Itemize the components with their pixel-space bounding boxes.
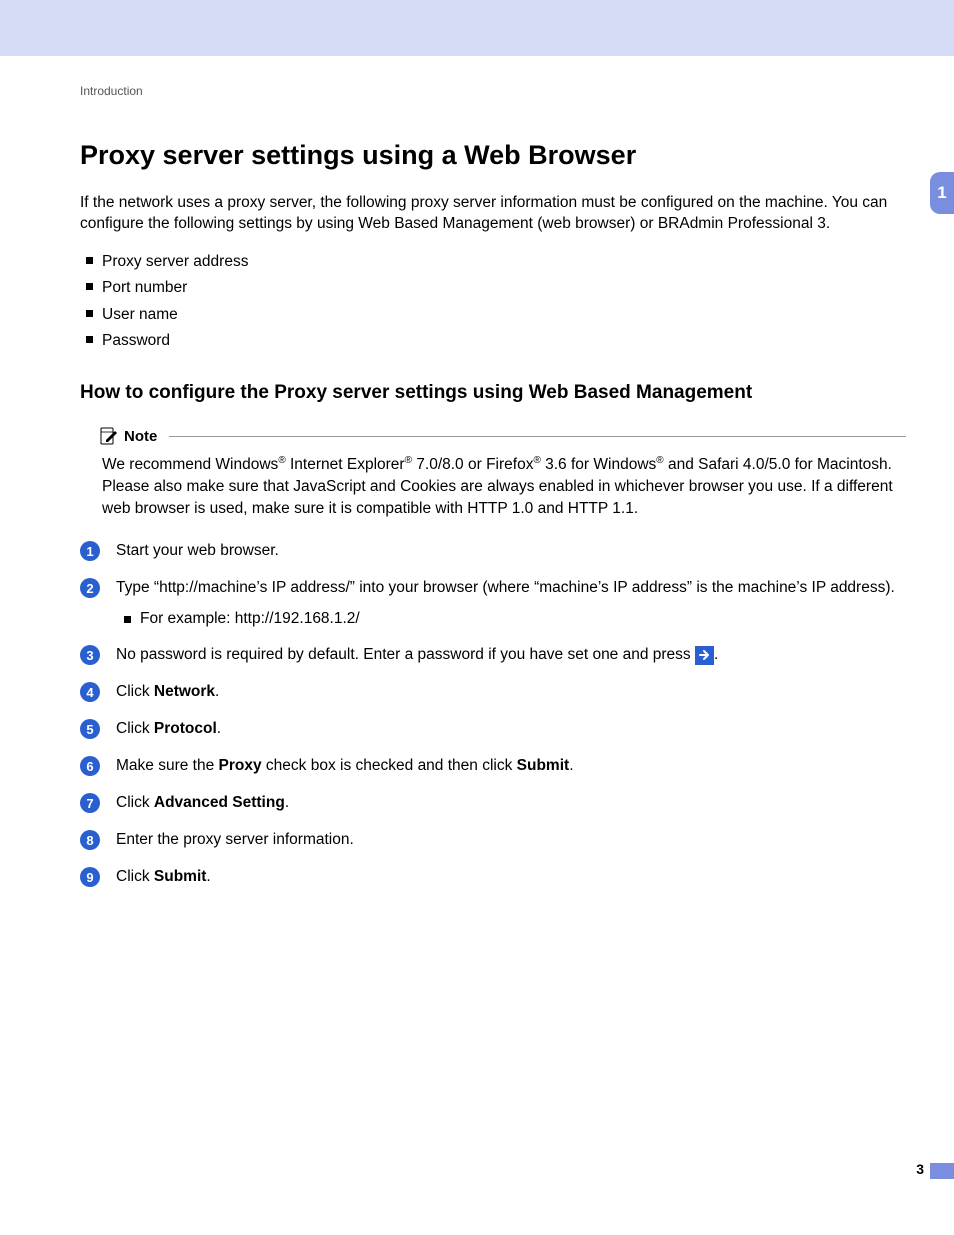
breadcrumb: Introduction [80,84,906,98]
step-number-badge: 5 [80,719,100,739]
note-body: We recommend Windows® Internet Explorer®… [100,454,906,519]
registered-mark: ® [278,455,285,466]
step-text: Type “http://machine’s IP address/” into… [116,579,895,596]
step-bold: Network [154,683,215,700]
step-text: Click [116,720,154,737]
header-bar [0,0,954,56]
step-bold: Advanced Setting [154,794,285,811]
step-text: Make sure the [116,757,219,774]
step-number-badge: 2 [80,578,100,598]
step-item: 6 Make sure the Proxy check box is check… [80,756,906,778]
step-item: 9 Click Submit. [80,867,906,889]
step-number-badge: 4 [80,682,100,702]
list-item: User name [86,302,906,328]
arrow-right-icon [695,646,714,665]
note-header: Note [100,426,906,446]
step-bold: Submit [517,757,570,774]
step-number-badge: 3 [80,645,100,665]
page-content: Introduction Proxy server settings using… [80,84,906,904]
registered-mark: ® [405,455,412,466]
step-text: Click [116,794,154,811]
list-item: Password [86,328,906,354]
step-text: . [206,868,210,885]
step-text: . [285,794,289,811]
step-item: 3 No password is required by default. En… [80,645,906,667]
step-item: 7 Click Advanced Setting. [80,793,906,815]
step-item: 8 Enter the proxy server information. [80,830,906,852]
step-text: . [215,683,219,700]
page-number-tab [930,1163,954,1179]
step-text: Click [116,683,154,700]
page-number: 3 [916,1161,924,1177]
step-text: No password is required by default. Ente… [116,646,695,663]
steps-list: 1 Start your web browser. 2 Type “http:/… [80,541,906,889]
step-number-badge: 1 [80,541,100,561]
step-number-badge: 7 [80,793,100,813]
page-title: Proxy server settings using a Web Browse… [80,140,906,171]
section-title: How to configure the Proxy server settin… [80,382,906,404]
step-text: Click [116,868,154,885]
note-divider [169,436,906,437]
note-text: 3.6 for Windows [541,456,656,473]
step-number-badge: 9 [80,867,100,887]
step-item: 1 Start your web browser. [80,541,906,563]
step-text: . [569,757,573,774]
step-text: . [217,720,221,737]
note-label: Note [124,428,157,445]
list-item: Proxy server address [86,249,906,275]
step-sublist: For example: http://192.168.1.2/ [116,609,906,630]
step-number-badge: 6 [80,756,100,776]
step-bold: Proxy [219,757,262,774]
step-text: check box is checked and then click [262,757,517,774]
note-pencil-icon [100,426,120,446]
step-item: 4 Click Network. [80,682,906,704]
step-text: Start your web browser. [116,542,279,559]
list-item: For example: http://192.168.1.2/ [124,609,906,630]
step-item: 5 Click Protocol. [80,719,906,741]
step-bold: Submit [154,868,207,885]
step-text: . [714,646,718,663]
chapter-tab: 1 [930,172,954,214]
note-text: 7.0/8.0 or Firefox [412,456,533,473]
note-block: Note We recommend Windows® Internet Expl… [80,426,906,519]
list-item: Port number [86,275,906,301]
note-text: Internet Explorer [286,456,405,473]
intro-paragraph: If the network uses a proxy server, the … [80,193,906,235]
step-number-badge: 8 [80,830,100,850]
registered-mark: ® [656,455,663,466]
step-item: 2 Type “http://machine’s IP address/” in… [80,578,906,630]
step-bold: Protocol [154,720,217,737]
registered-mark: ® [533,455,540,466]
note-text: We recommend Windows [102,456,278,473]
step-text: Enter the proxy server information. [116,831,354,848]
settings-list: Proxy server address Port number User na… [80,249,906,354]
